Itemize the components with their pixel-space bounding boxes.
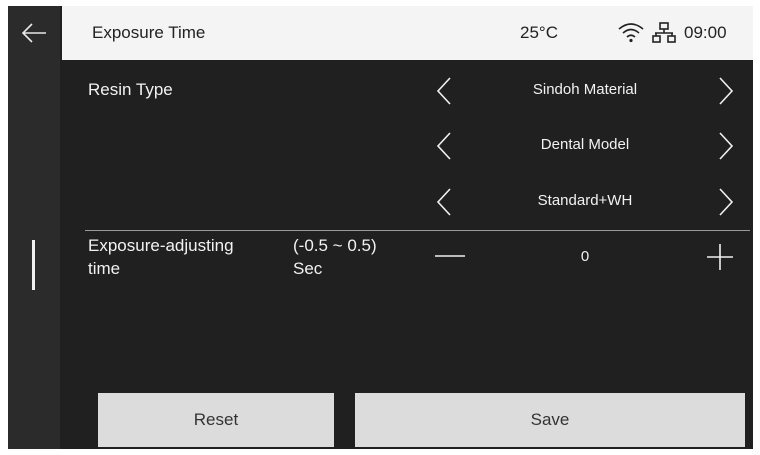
temperature-readout: 25°C — [520, 23, 558, 42]
divider — [85, 230, 750, 231]
back-button[interactable] — [8, 6, 60, 60]
network-icon — [652, 22, 676, 43]
resin-variant-prev-button[interactable] — [435, 187, 453, 217]
exposure-label-line2: time — [88, 259, 121, 278]
resin-next-button[interactable] — [717, 76, 735, 106]
model-next-button[interactable] — [717, 131, 735, 161]
page-title: Exposure Time — [92, 23, 206, 42]
save-button[interactable]: Save — [355, 393, 745, 447]
back-arrow-icon — [21, 23, 46, 43]
resin-prev-button[interactable] — [435, 76, 453, 106]
exposure-range: (-0.5 ~ 0.5) — [293, 236, 377, 255]
resin-model-value: Dental Model — [540, 136, 630, 153]
resin-type-label: Resin Type — [88, 80, 173, 99]
clock: 09:00 — [684, 23, 727, 42]
exposure-label-line1: Exposure-adjusting — [88, 236, 234, 255]
left-rail — [8, 60, 60, 449]
header: Exposure Time 25°C 09:00 — [8, 6, 753, 60]
model-prev-button[interactable] — [435, 131, 453, 161]
exposure-unit: Sec — [293, 259, 323, 278]
title-bar: Exposure Time 25°C 09:00 — [62, 6, 753, 60]
resin-variant-value: Standard+WH — [537, 192, 633, 209]
exposure-value: 0 — [580, 248, 590, 265]
increase-button[interactable] — [706, 243, 734, 271]
wifi-icon — [618, 23, 644, 43]
reset-button[interactable]: Reset — [98, 393, 334, 447]
resin-material-value: Sindoh Material — [532, 81, 638, 98]
resin-variant-next-button[interactable] — [717, 187, 735, 217]
screen: Exposure Time 25°C 09:00 Resin Type Sind… — [8, 6, 753, 449]
scroll-indicator[interactable] — [32, 240, 35, 290]
decrease-button[interactable] — [434, 246, 466, 266]
